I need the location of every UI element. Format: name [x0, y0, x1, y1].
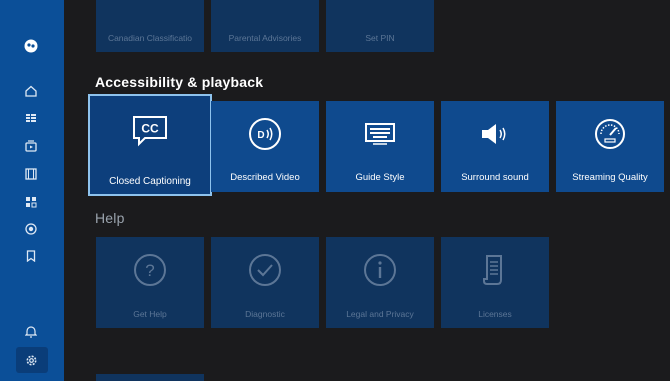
bell-icon[interactable] [20, 320, 42, 342]
tile-label: Licenses [478, 309, 512, 319]
tile-legal-privacy[interactable]: Legal and Privacy [326, 237, 434, 328]
tile-label: Streaming Quality [572, 172, 648, 183]
tile-streaming-quality[interactable]: Streaming Quality [556, 101, 664, 192]
tile-parental-advisories[interactable]: Parental Advisories [211, 0, 319, 52]
tile-closed-captioning[interactable]: CC Closed Captioning [88, 94, 212, 196]
bookmark-icon[interactable] [20, 245, 42, 267]
guide-icon[interactable] [20, 107, 42, 129]
tile-get-help[interactable]: ? Get Help [96, 237, 204, 328]
info-icon [326, 253, 434, 287]
tile-label: Closed Captioning [109, 176, 191, 187]
question-icon: ? [96, 253, 204, 287]
tile-label: Guide Style [355, 172, 405, 183]
tile-guide-style[interactable]: Guide Style [326, 101, 434, 192]
tile-label: Canadian Classificatio [107, 33, 193, 43]
recordings-icon[interactable] [20, 218, 42, 240]
tile-canadian-classification[interactable]: Canadian Classificatio [96, 0, 204, 52]
section-title-accessibility: Accessibility & playback [95, 74, 264, 90]
tv-icon[interactable] [20, 135, 42, 157]
tile-label: Described Video [230, 172, 300, 183]
svg-text:?: ? [145, 261, 154, 280]
gauge-icon [556, 117, 664, 151]
tile-label: Diagnostic [245, 309, 285, 319]
keyboard-icon [326, 117, 434, 151]
check-icon [211, 253, 319, 287]
tile-licenses[interactable]: Licenses [441, 237, 549, 328]
tile-label: Get Help [133, 309, 167, 319]
settings-icon[interactable] [20, 349, 42, 371]
speaker-icon [441, 117, 549, 151]
svg-text:CC: CC [141, 122, 159, 136]
tile-set-pin[interactable]: Set PIN [326, 0, 434, 52]
closed-captioning-icon: CC [90, 114, 210, 148]
apps-icon[interactable] [20, 191, 42, 213]
movies-icon[interactable] [20, 163, 42, 185]
described-video-icon: D [211, 117, 319, 151]
home-icon[interactable] [20, 80, 42, 102]
svg-text:D: D [257, 130, 264, 141]
sidebar [0, 0, 64, 381]
tile-surround-sound[interactable]: Surround sound [441, 101, 549, 192]
profile-icon[interactable] [20, 35, 42, 57]
document-icon [441, 253, 549, 287]
tile-partial-bottom[interactable] [96, 374, 204, 381]
tile-diagnostic[interactable]: Diagnostic [211, 237, 319, 328]
tile-label: Surround sound [461, 172, 529, 183]
tile-label: Legal and Privacy [346, 309, 414, 319]
section-title-help: Help [95, 210, 125, 226]
tile-described-video[interactable]: D Described Video [211, 101, 319, 192]
tile-label: Set PIN [365, 33, 395, 43]
tile-label: Parental Advisories [228, 33, 302, 43]
